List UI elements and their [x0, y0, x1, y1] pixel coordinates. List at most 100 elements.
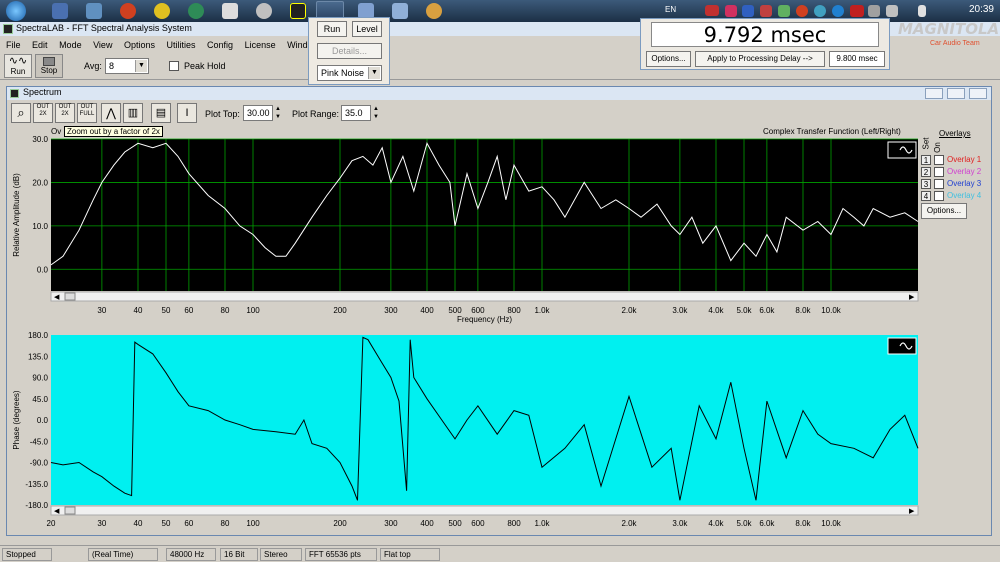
line-plot-button[interactable]: ⋀	[101, 103, 121, 123]
x-tick-label: 20	[47, 519, 56, 527]
status-bar: Stopped (Real Time) 48000 Hz 16 Bit Ster…	[0, 545, 1000, 562]
zoom-icon[interactable]: ⌕	[11, 103, 31, 123]
tray-icon-4[interactable]	[778, 5, 790, 17]
spectralab-taskbar-icon[interactable]	[290, 3, 306, 19]
delay-panel: 9.792 msec Options... Apply to Processin…	[640, 18, 890, 70]
x-tick-label: 50	[162, 519, 171, 527]
y-tick-label: 45.0	[32, 395, 48, 404]
menu-utilities[interactable]: Utilities	[167, 40, 196, 50]
generator-run-button[interactable]: Run	[317, 21, 347, 37]
x-tick-label: 2.0k	[621, 306, 637, 315]
x-tick-label: 8.0k	[795, 519, 811, 527]
apply-delay-button[interactable]: Apply to Processing Delay -->	[695, 51, 825, 67]
details-button[interactable]: Details...	[317, 43, 382, 59]
scroll-left-icon: ◀	[54, 294, 60, 301]
spectrum-titlebar: Spectrum	[7, 87, 991, 100]
zoom-in-button[interactable]: OUT 2X	[33, 103, 53, 123]
avg-select[interactable]: 8 ▼	[105, 58, 149, 74]
phase-chart[interactable]: 20 30 40 50 60 80 100 200 300 400 500 600 800 1.0k 2.0…	[7, 327, 993, 527]
menu-view[interactable]: View	[93, 40, 112, 50]
close-button[interactable]	[969, 88, 987, 99]
x-tick-label: 6.0k	[759, 306, 775, 315]
menu-edit[interactable]: Edit	[32, 40, 48, 50]
maximize-button[interactable]	[947, 88, 965, 99]
x-tick-label: 300	[384, 306, 398, 315]
tray-icon-7[interactable]	[832, 5, 844, 17]
tray-icon-3[interactable]	[760, 5, 772, 17]
amplitude-chart[interactable]: 30 40 50 60 80 100 200 300 400 500 600 800 1.0k 2.0k 3…	[7, 123, 993, 357]
monitor-icon[interactable]	[86, 3, 102, 19]
plot-top-input[interactable]: 30.00	[243, 105, 273, 121]
language-indicator[interactable]: EN	[665, 5, 676, 14]
overlay-set-1[interactable]: 1	[921, 155, 931, 165]
table-button[interactable]: ▤	[151, 103, 171, 123]
alien-icon[interactable]	[256, 3, 272, 19]
x-tick-label: 600	[471, 519, 485, 527]
overlay-set-3[interactable]: 3	[921, 179, 931, 189]
generator-select[interactable]: Pink Noise ▼	[317, 65, 382, 81]
tray-icon-9[interactable]	[868, 5, 880, 17]
y-tick-label: -90.0	[30, 459, 49, 468]
x-tick-label: 30	[97, 519, 106, 527]
x-tick-label: 400	[420, 519, 434, 527]
overlay-on-checkbox-2[interactable]	[934, 167, 944, 177]
battery-icon[interactable]	[918, 5, 926, 17]
x-tick-label: 3.0k	[672, 306, 688, 315]
overlay-on-checkbox-3[interactable]	[934, 179, 944, 189]
save-icon[interactable]	[52, 3, 68, 19]
peak-hold-checkbox[interactable]	[169, 61, 179, 71]
overlay-on-checkbox-1[interactable]	[934, 155, 944, 165]
x-tick-label: 200	[333, 519, 347, 527]
level-button[interactable]: Level	[352, 21, 382, 37]
stop-icon	[43, 57, 55, 66]
chrome-icon[interactable]	[154, 3, 170, 19]
chevron-down-icon[interactable]: ▼	[135, 60, 147, 72]
x-tick-label: 100	[246, 519, 260, 527]
menu-options[interactable]: Options	[124, 40, 155, 50]
overlay-on-checkbox-4[interactable]	[934, 191, 944, 201]
chevron-down-icon[interactable]: ▼	[368, 67, 380, 79]
cursor-button[interactable]: I	[177, 103, 197, 123]
tray-icon-1[interactable]	[725, 5, 737, 17]
browser-icon[interactable]	[120, 3, 136, 19]
y-tick-label: 30.0	[32, 135, 48, 144]
overlay-set-4[interactable]: 4	[921, 191, 931, 201]
peak-hold-label: Peak Hold	[184, 61, 226, 71]
plot-range-input[interactable]: 35.0	[341, 105, 371, 121]
generator-panel: Run Level Details... Pink Noise ▼	[308, 17, 390, 85]
tray-icon-2[interactable]	[742, 5, 754, 17]
delay-options-button[interactable]: Options...	[646, 51, 691, 67]
wordpress-icon[interactable]	[188, 3, 204, 19]
zoom-out-full-button[interactable]: OUT FULL	[77, 103, 97, 123]
clock[interactable]: 20:39	[969, 4, 994, 15]
volume-icon[interactable]	[886, 5, 898, 17]
zoom-out-button[interactable]: OUT 2X	[55, 103, 75, 123]
avg-label: Avg:	[84, 61, 102, 71]
y-tick-label: 10.0	[32, 222, 48, 231]
plot-top-spinner[interactable]: ▲ ▼	[275, 105, 281, 121]
app-icon[interactable]	[222, 3, 238, 19]
overlay-set-2[interactable]: 2	[921, 167, 931, 177]
tray-icon-5[interactable]	[796, 5, 808, 17]
x-tick-label: 4.0k	[708, 519, 724, 527]
menu-mode[interactable]: Mode	[59, 40, 82, 50]
x-tick-label: 80	[221, 306, 230, 315]
spectrum-icon	[10, 89, 19, 98]
menu-license[interactable]: License	[245, 40, 276, 50]
tray-icon-6[interactable]	[814, 5, 826, 17]
stop-button[interactable]: Stop	[35, 54, 63, 78]
processing-delay-field[interactable]: 9.800 msec	[829, 51, 885, 67]
x-tick-label: 600	[471, 306, 485, 315]
window-icon[interactable]	[392, 3, 408, 19]
menu-file[interactable]: File	[6, 40, 21, 50]
start-orb-icon[interactable]	[6, 1, 26, 21]
tray-icon-8[interactable]	[850, 5, 864, 17]
user-icon[interactable]	[426, 3, 442, 19]
run-button[interactable]: ∿∿ Run	[4, 54, 32, 78]
bar-plot-button[interactable]: ▥	[123, 103, 143, 123]
h-scrollbar	[50, 505, 919, 516]
plot-range-spinner[interactable]: ▲ ▼	[373, 105, 379, 121]
minimize-button[interactable]	[925, 88, 943, 99]
menu-config[interactable]: Config	[207, 40, 233, 50]
x-tick-label: 30	[97, 306, 106, 315]
